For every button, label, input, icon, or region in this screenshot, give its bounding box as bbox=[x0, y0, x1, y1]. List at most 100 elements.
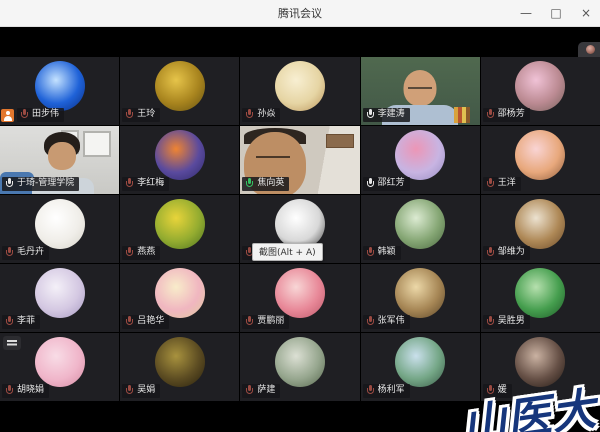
participant-tile[interactable]: 毛丹卉 bbox=[0, 195, 119, 263]
mic-muted-icon bbox=[5, 247, 14, 258]
mic-muted-icon bbox=[366, 316, 375, 327]
close-icon[interactable]: × bbox=[578, 0, 594, 26]
participant-tile[interactable]: 吴胜男 bbox=[481, 264, 600, 332]
mic-muted-icon bbox=[125, 178, 134, 189]
avatar bbox=[155, 61, 205, 111]
mic-muted-icon bbox=[366, 385, 375, 396]
avatar bbox=[515, 130, 565, 180]
participant-name: 吴娟 bbox=[137, 385, 155, 396]
participant-tile[interactable]: 张军伟 bbox=[361, 264, 480, 332]
participant-tile[interactable]: 焦向英 bbox=[240, 126, 359, 194]
name-tag: 贾鹏丽 bbox=[242, 315, 289, 329]
name-tag: 于琦-管理学院 bbox=[2, 177, 79, 191]
participant-tile[interactable]: 于琦-管理学院 bbox=[0, 126, 119, 194]
participant-tile[interactable]: 田步伟 bbox=[0, 57, 119, 125]
participant-tile[interactable]: 邵杨芳 bbox=[481, 57, 600, 125]
name-tag: 王洋 bbox=[483, 177, 521, 191]
participant-tile[interactable]: 燕燕 bbox=[120, 195, 239, 263]
mic-muted-icon bbox=[125, 385, 134, 396]
participant-name: 邵红芳 bbox=[378, 178, 405, 189]
participant-name: 焦向英 bbox=[257, 178, 284, 189]
name-tag: 邹维为 bbox=[483, 246, 530, 260]
participant-tile[interactable]: 吕艳华 bbox=[120, 264, 239, 332]
avatar bbox=[275, 61, 325, 111]
name-tag: 李建涛 bbox=[363, 108, 410, 122]
participant-name: 田步伟 bbox=[32, 109, 59, 120]
participant-tile[interactable]: 孙焱 bbox=[240, 57, 359, 125]
participant-name: 胡晓娟 bbox=[17, 385, 44, 396]
mic-muted-icon bbox=[125, 247, 134, 258]
mic-muted-icon bbox=[5, 385, 14, 396]
name-tag: 吴娟 bbox=[122, 384, 160, 398]
mic-muted-icon bbox=[245, 109, 254, 120]
participant-tile[interactable]: 萨建 bbox=[240, 333, 359, 401]
participant-name: 张军伟 bbox=[378, 316, 405, 327]
mic-muted-icon bbox=[486, 316, 495, 327]
avatar bbox=[395, 199, 445, 249]
participant-name: 吕艳华 bbox=[137, 316, 164, 327]
avatar bbox=[395, 268, 445, 318]
member-list-icon[interactable] bbox=[3, 336, 21, 350]
titlebar: 腾讯会议 — □ × bbox=[0, 0, 600, 27]
participant-tile[interactable]: 李菲 bbox=[0, 264, 119, 332]
maximize-icon[interactable]: □ bbox=[548, 0, 564, 26]
name-tag: 田步伟 bbox=[17, 108, 64, 122]
name-tag: 焦向英 bbox=[242, 177, 289, 191]
participant-tile[interactable]: 王洋 bbox=[481, 126, 600, 194]
avatar bbox=[35, 61, 85, 111]
avatar bbox=[155, 130, 205, 180]
video-person-brow bbox=[256, 156, 290, 161]
participant-tile[interactable]: 王玲 bbox=[120, 57, 239, 125]
avatar bbox=[155, 199, 205, 249]
participant-name: 邵杨芳 bbox=[498, 109, 525, 120]
overflow-avatar bbox=[586, 45, 595, 54]
video-window bbox=[83, 131, 111, 157]
avatar bbox=[515, 268, 565, 318]
overflow-partial-tile[interactable] bbox=[578, 42, 600, 57]
name-tag: 李菲 bbox=[2, 315, 40, 329]
mic-muted-icon bbox=[366, 247, 375, 258]
mic-muted-icon bbox=[245, 316, 254, 327]
name-tag: 吕艳华 bbox=[122, 315, 169, 329]
participant-name: 韩颖 bbox=[378, 247, 396, 258]
tencent-meeting-window: 腾讯会议 — □ × 田步伟 王玲 bbox=[0, 0, 600, 432]
mic-muted-icon bbox=[486, 247, 495, 258]
name-tag: 毛丹卉 bbox=[2, 246, 49, 260]
participant-name: 邹维为 bbox=[498, 247, 525, 258]
participant-name: 李红梅 bbox=[137, 178, 164, 189]
name-tag: 张军伟 bbox=[363, 315, 410, 329]
participant-tile[interactable]: 李红梅 bbox=[120, 126, 239, 194]
avatar bbox=[395, 337, 445, 387]
name-tag: 孙焱 bbox=[242, 108, 280, 122]
window-controls: — □ × bbox=[518, 0, 594, 26]
participant-name: 毛丹卉 bbox=[17, 247, 44, 258]
participant-name: 王玲 bbox=[137, 109, 155, 120]
name-tag: 李红梅 bbox=[122, 177, 169, 191]
participant-tile[interactable]: 韩颖 bbox=[361, 195, 480, 263]
avatar bbox=[35, 199, 85, 249]
participant-name: 燕燕 bbox=[137, 247, 155, 258]
participant-name: 王洋 bbox=[498, 178, 516, 189]
mic-muted-icon bbox=[486, 109, 495, 120]
name-tag: 邵杨芳 bbox=[483, 108, 530, 122]
minimize-icon[interactable]: — bbox=[518, 0, 534, 26]
avatar bbox=[35, 337, 85, 387]
screenshot-hotkey-tooltip: 截图(Alt + A) bbox=[252, 243, 323, 261]
name-tag: 杨利军 bbox=[363, 384, 410, 398]
mic-muted-icon bbox=[125, 316, 134, 327]
participant-name: 李菲 bbox=[17, 316, 35, 327]
name-tag: 韩颖 bbox=[363, 246, 401, 260]
participant-tile[interactable]: 邹维为 bbox=[481, 195, 600, 263]
avatar bbox=[155, 337, 205, 387]
avatar bbox=[35, 268, 85, 318]
participant-tile[interactable]: 贾鹏丽 bbox=[240, 264, 359, 332]
name-tag: 吴胜男 bbox=[483, 315, 530, 329]
participant-tile[interactable]: 李建涛 bbox=[361, 57, 480, 125]
participant-tile[interactable]: 胡晓娟 bbox=[0, 333, 119, 401]
window-title: 腾讯会议 bbox=[278, 5, 322, 21]
participant-name: 李建涛 bbox=[378, 109, 405, 120]
participant-tile[interactable]: 吴娟 bbox=[120, 333, 239, 401]
member-badge-icon[interactable] bbox=[1, 109, 14, 122]
participant-tile[interactable]: 邵红芳 bbox=[361, 126, 480, 194]
mic-muted-icon bbox=[5, 316, 14, 327]
